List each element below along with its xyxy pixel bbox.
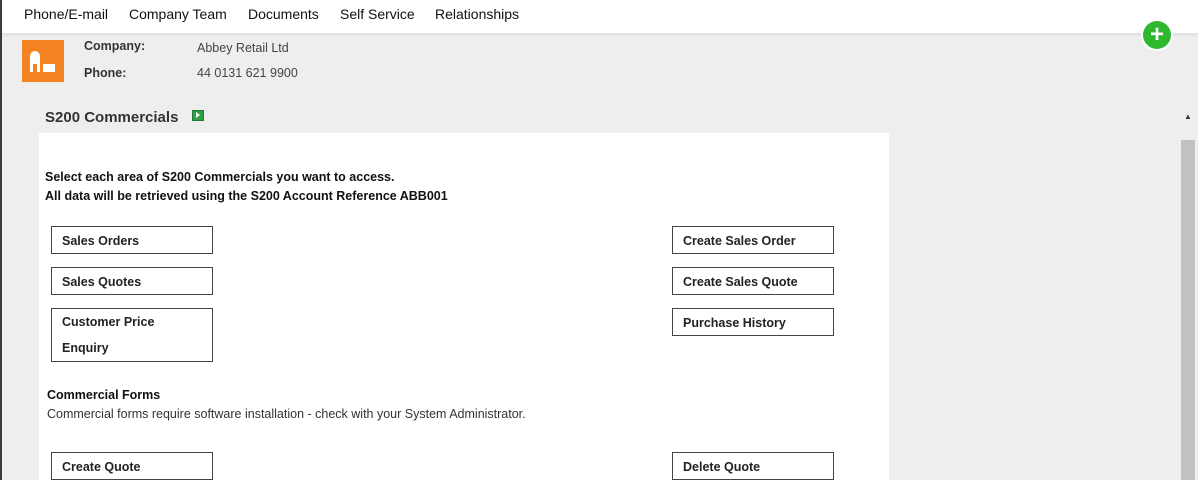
intro-text-line-1: Select each area of S200 Commercials you… [45,170,395,184]
tab-relationships[interactable]: Relationships [435,6,519,22]
add-button[interactable]: + [1143,21,1171,49]
top-navigation: Phone/E-mail Company Team Documents Self… [2,0,1198,34]
create-sales-order-button[interactable]: Create Sales Order [672,226,834,254]
phone-value: 44 0131 621 9900 [197,66,298,80]
sales-quotes-button[interactable]: Sales Quotes [51,267,213,295]
tab-phone-email[interactable]: Phone/E-mail [24,6,108,22]
tab-self-service[interactable]: Self Service [340,6,415,22]
plus-icon: + [1149,21,1164,48]
create-sales-quote-button[interactable]: Create Sales Quote [672,267,834,295]
phone-label: Phone: [84,66,127,80]
section-title: S200 Commercials [45,109,179,126]
intro-text-line-2: All data will be retrieved using the S20… [45,189,448,203]
company-label: Company: [84,39,146,53]
scrollbar-thumb[interactable] [1181,140,1195,480]
scroll-up-arrow-icon[interactable]: ▲ [1180,111,1196,123]
delete-quote-button[interactable]: Delete Quote [672,452,834,480]
tab-documents[interactable]: Documents [248,6,319,22]
sales-orders-button[interactable]: Sales Orders [51,226,213,254]
flag-icon[interactable] [192,110,204,121]
building-icon [30,51,55,72]
purchase-history-button[interactable]: Purchase History [672,308,834,336]
tab-company-team[interactable]: Company Team [129,6,227,22]
create-quote-button[interactable]: Create Quote [51,452,213,480]
commercial-forms-note: Commercial forms require software instal… [47,407,526,421]
customer-price-enquiry-button[interactable]: Customer Price Enquiry [51,308,213,362]
commercial-forms-heading: Commercial Forms [47,388,161,402]
commercials-panel [39,133,889,480]
company-value: Abbey Retail Ltd [197,41,289,55]
vertical-scrollbar[interactable]: ▲ [1180,107,1196,480]
company-logo [22,40,64,82]
